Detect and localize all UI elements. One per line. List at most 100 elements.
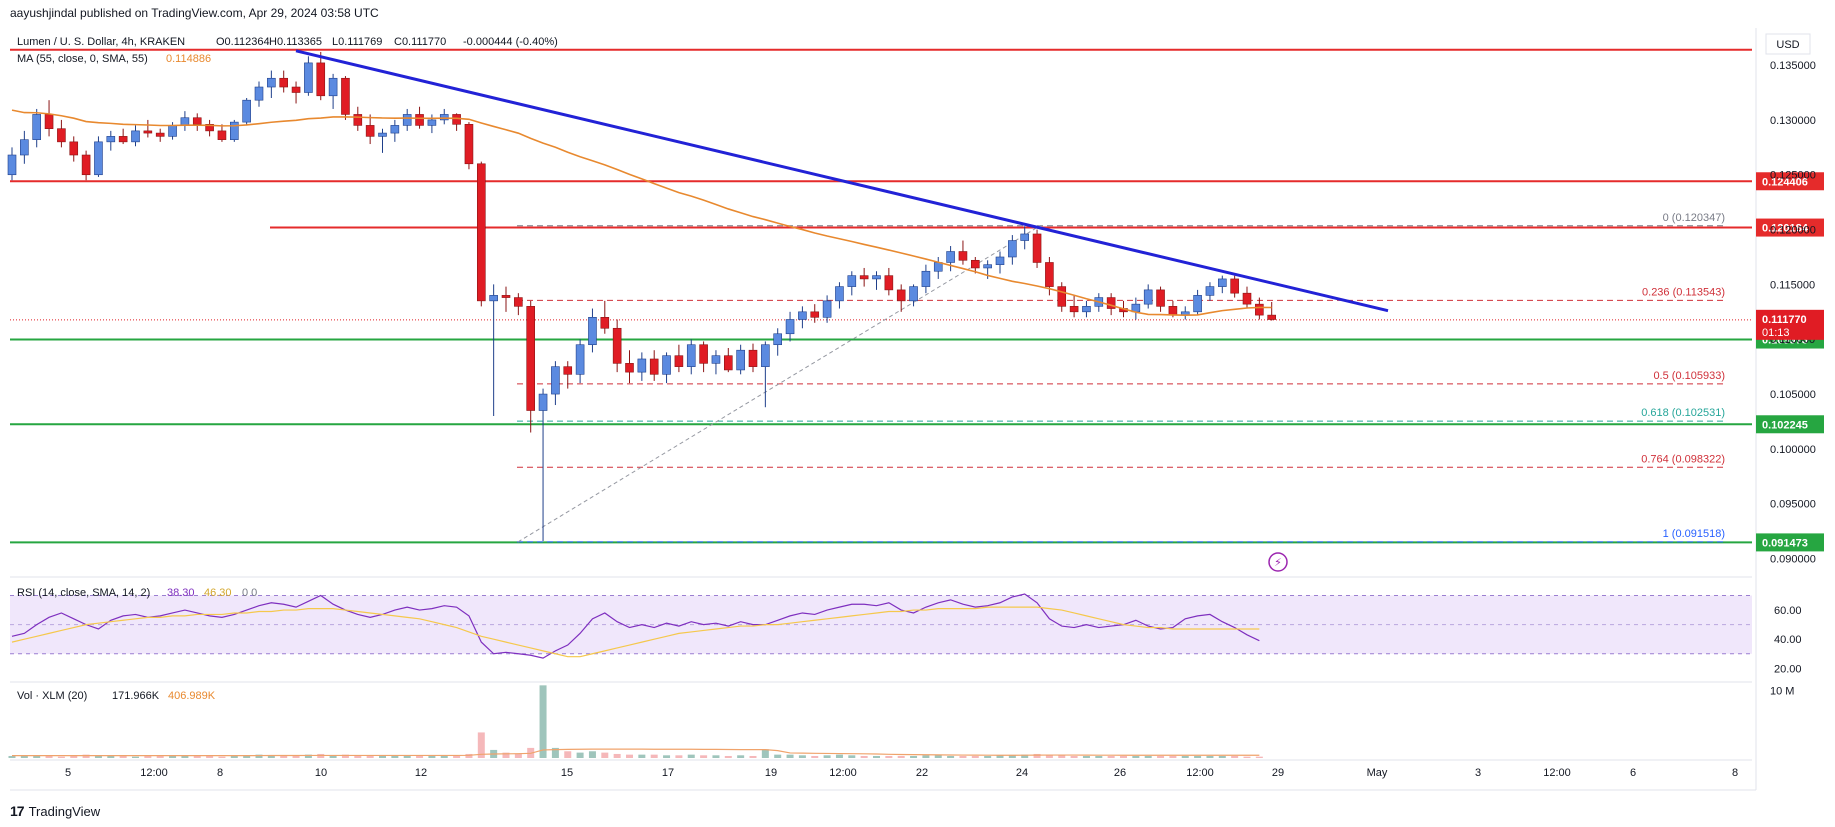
time-tick-label: May bbox=[1367, 767, 1388, 779]
price-tick-label: 0.125000 bbox=[1770, 170, 1816, 182]
volume-bar bbox=[786, 754, 794, 758]
price-chart[interactable]: 0 (0.120347) 0.236 (0.113543) 0.5 (0.10593… bbox=[0, 0, 1835, 827]
candle-body bbox=[1230, 278, 1239, 294]
candle-body bbox=[884, 275, 894, 291]
candle-body bbox=[686, 344, 696, 367]
rsi-ma-legend-value: 46.30 bbox=[204, 587, 232, 599]
ohlc-open: O0.112364 bbox=[216, 36, 270, 48]
candle-body bbox=[378, 132, 387, 137]
volume-bar bbox=[971, 755, 979, 758]
candle-body bbox=[489, 295, 498, 302]
volume-bar bbox=[1144, 755, 1152, 758]
candle-body bbox=[217, 130, 227, 140]
candle-body bbox=[983, 264, 992, 269]
candle-body bbox=[1267, 314, 1276, 320]
volume-bar bbox=[107, 755, 115, 758]
time-tick-label: 12:00 bbox=[1186, 767, 1214, 779]
tradingview-logo[interactable]: 17 TradingView bbox=[10, 803, 100, 819]
fibonacci-levels: 0 (0.120347) 0.236 (0.113543) 0.5 (0.10593… bbox=[517, 212, 1725, 543]
fib-level-label: 0.5 (0.105933) bbox=[1653, 370, 1725, 382]
candle-body bbox=[538, 393, 548, 411]
candle-body bbox=[748, 349, 758, 367]
volume-bar bbox=[440, 755, 448, 758]
candle-body bbox=[847, 275, 857, 287]
volume-bar bbox=[206, 755, 214, 758]
volume-bar bbox=[811, 755, 819, 758]
candle-body bbox=[699, 344, 708, 364]
volume-bar bbox=[700, 755, 708, 758]
candle-body bbox=[822, 300, 832, 318]
volume-bar bbox=[45, 755, 53, 758]
candle-body bbox=[798, 311, 807, 320]
candle-body bbox=[859, 275, 869, 280]
fib-level-label: 0.236 (0.113543) bbox=[1642, 286, 1725, 298]
candle-body bbox=[872, 275, 881, 280]
volume-bar bbox=[132, 756, 139, 758]
candle-body bbox=[230, 121, 239, 140]
volume-bar bbox=[712, 755, 720, 758]
candle-body bbox=[674, 355, 684, 367]
candle-body bbox=[575, 344, 585, 375]
volume-bar bbox=[576, 752, 584, 758]
candle-body bbox=[476, 163, 486, 302]
candle-body bbox=[1045, 262, 1054, 287]
volume-bar bbox=[601, 752, 609, 758]
candle-body bbox=[1020, 233, 1030, 241]
ohlc-close: C0.111770 bbox=[394, 36, 446, 48]
volume-bar bbox=[181, 755, 189, 758]
ohlc-low: L0.111769 bbox=[332, 36, 382, 48]
rsi-legend-value: 38.30 bbox=[167, 587, 195, 599]
candle-body bbox=[291, 86, 301, 93]
price-tick-label: 0.090000 bbox=[1770, 554, 1816, 566]
candle-body bbox=[1168, 306, 1178, 316]
volume-bar bbox=[959, 755, 967, 758]
volume-bar bbox=[292, 755, 300, 758]
candle-body bbox=[501, 295, 511, 298]
fib-level-label: 0 (0.120347) bbox=[1663, 212, 1725, 224]
volume-bar bbox=[910, 755, 918, 758]
currency-label: USD bbox=[1776, 39, 1799, 51]
volume-bar bbox=[922, 755, 930, 758]
time-tick-label: 15 bbox=[561, 767, 573, 779]
volume-bar bbox=[119, 755, 127, 758]
time-tick-label: 8 bbox=[217, 767, 223, 779]
candle-body bbox=[612, 327, 622, 364]
current-price-label: 0.111770 bbox=[1762, 314, 1807, 326]
tradingview-logo-icon: 17 bbox=[10, 803, 25, 819]
volume-bar bbox=[1132, 755, 1140, 758]
volume-bar bbox=[650, 754, 658, 758]
time-tick-label: 6 bbox=[1630, 767, 1636, 779]
volume-bar bbox=[613, 753, 621, 758]
price-tick-label: 0.120000 bbox=[1770, 225, 1816, 237]
volume-bar bbox=[416, 755, 424, 758]
candle-body bbox=[1156, 289, 1165, 307]
volume-bar bbox=[453, 755, 461, 758]
candle-body bbox=[909, 286, 918, 302]
time-tick-label: 3 bbox=[1475, 767, 1481, 779]
volume-legend-value: 171.966K bbox=[112, 690, 160, 702]
candle-body bbox=[168, 125, 177, 137]
candle-body bbox=[1057, 286, 1067, 307]
volume-bar bbox=[860, 755, 868, 758]
volume-bar bbox=[934, 755, 942, 758]
volume-tick-label: 10 M bbox=[1770, 686, 1794, 698]
volume-bar bbox=[897, 755, 905, 758]
time-tick-label: 12:00 bbox=[140, 767, 168, 779]
candle-body bbox=[810, 311, 820, 318]
volume-bar bbox=[873, 755, 880, 758]
candle-body bbox=[946, 251, 955, 263]
volume-bar bbox=[984, 755, 992, 758]
time-tick-label: 19 bbox=[765, 767, 777, 779]
candle-body bbox=[773, 333, 783, 346]
candle-body bbox=[711, 355, 721, 364]
candle-body bbox=[143, 130, 153, 134]
ma-legend: MA (55, close, 0, SMA, 55) bbox=[17, 53, 148, 65]
candle-body bbox=[1032, 233, 1042, 263]
volume-bar bbox=[761, 749, 769, 758]
ohlc-high: H0.113365 bbox=[269, 36, 322, 48]
volume-bar bbox=[724, 755, 732, 758]
candle-body bbox=[1008, 240, 1017, 258]
candle-body bbox=[316, 62, 326, 97]
candle-body bbox=[835, 286, 844, 302]
countdown-label: 01:13 bbox=[1762, 327, 1790, 339]
